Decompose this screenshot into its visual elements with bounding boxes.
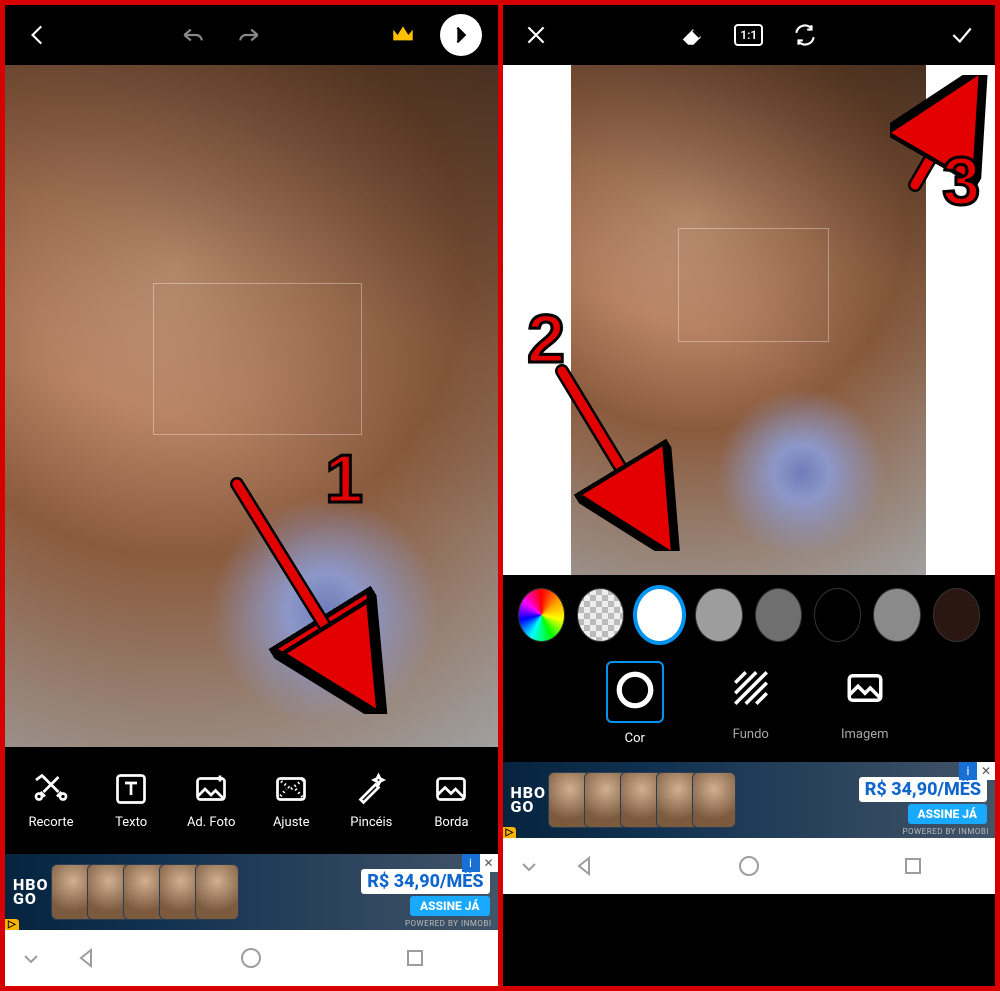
image-icon <box>844 667 886 709</box>
fit-canvas[interactable]: 2 3 <box>503 65 996 575</box>
fit-icon <box>273 771 309 807</box>
text-icon <box>113 771 149 807</box>
ad-close-icon[interactable]: ✕ <box>977 762 995 780</box>
mode-cor[interactable]: Cor <box>606 661 664 746</box>
close-button[interactable] <box>519 18 553 52</box>
ad-cta[interactable]: ASSINE JÁ <box>908 804 987 824</box>
back-button[interactable] <box>21 18 55 52</box>
tool-label: Pincéis <box>350 815 392 830</box>
redo-button[interactable] <box>232 18 266 52</box>
mode-label: Imagem <box>841 727 889 742</box>
nav-back-button[interactable] <box>571 852 599 880</box>
circle-icon <box>614 669 656 711</box>
swatch-black[interactable] <box>815 589 860 641</box>
border-icon <box>433 771 469 807</box>
mode-label: Fundo <box>733 727 769 742</box>
android-navbar <box>503 838 996 894</box>
tool-row: Recorte Texto Ad. Foto Ajuste Pincéis Bo… <box>5 747 498 852</box>
photo-preview <box>5 65 498 747</box>
premium-crown-icon[interactable] <box>388 20 418 50</box>
ad-info-icon[interactable]: i <box>462 854 480 872</box>
ad-cta[interactable]: ASSINE JÁ <box>410 896 489 916</box>
tool-label: Ajuste <box>273 815 310 830</box>
scissors-icon <box>33 771 69 807</box>
editor-topbar <box>5 5 498 65</box>
add-photo-icon <box>193 771 229 807</box>
nav-recent-button[interactable] <box>899 852 927 880</box>
ad-info-icon[interactable]: i <box>959 762 977 780</box>
mode-fundo[interactable]: Fundo <box>724 661 778 742</box>
tool-label: Ad. Foto <box>187 815 235 830</box>
android-navbar <box>5 930 498 986</box>
nav-back-button[interactable] <box>73 944 101 972</box>
color-swatches <box>503 589 996 661</box>
fit-mode-tabs: Cor Fundo Imagem <box>503 661 996 760</box>
swatch-white[interactable] <box>637 589 682 641</box>
reset-button[interactable] <box>788 18 822 52</box>
fit-topbar: 1:1 <box>503 5 996 65</box>
mode-label: Cor <box>625 731 645 746</box>
ad-characters <box>556 772 736 828</box>
tool-label: Recorte <box>29 815 74 830</box>
pattern-icon <box>730 667 772 709</box>
swatch-grey-3[interactable] <box>874 589 919 641</box>
ad-characters <box>59 864 239 920</box>
left-screenshot: 1 Recorte Texto Ad. Foto <box>5 5 498 986</box>
tool-label: Borda <box>434 815 468 830</box>
tool-label: Texto <box>115 815 147 830</box>
editor-canvas[interactable]: 1 <box>5 65 498 747</box>
aspect-ratio-button[interactable]: 1:1 <box>732 18 766 52</box>
eraser-button[interactable] <box>676 18 710 52</box>
ad-banner[interactable]: HBOGO R$ 34,90/MÊS ASSINE JÁ i ✕ ▷ POWER… <box>5 852 498 930</box>
swatch-transparent[interactable] <box>578 589 623 641</box>
nav-collapse-icon[interactable] <box>17 944 45 972</box>
swatch-brown[interactable] <box>934 589 979 641</box>
nav-home-button[interactable] <box>735 852 763 880</box>
mode-imagem[interactable]: Imagem <box>838 661 892 742</box>
right-screenshot: 1:1 2 3 <box>498 5 996 986</box>
ad-banner[interactable]: HBOGO R$ 34,90/MÊS ASSINE JÁ i ✕ ▷ POWER… <box>503 760 996 838</box>
ad-close-icon[interactable]: ✕ <box>480 854 498 872</box>
confirm-button[interactable] <box>945 18 979 52</box>
undo-button[interactable] <box>176 18 210 52</box>
tool-borda[interactable]: Borda <box>411 769 491 830</box>
ad-brand: HBOGO <box>13 878 49 907</box>
tool-ajuste[interactable]: Ajuste <box>251 769 331 830</box>
next-button[interactable] <box>440 14 482 56</box>
color-picker: Cor Fundo Imagem <box>503 575 996 760</box>
ad-price: R$ 34,90/MÊS <box>859 777 987 802</box>
brush-magic-icon <box>353 771 389 807</box>
tool-texto[interactable]: Texto <box>91 769 171 830</box>
tool-recorte[interactable]: Recorte <box>11 769 91 830</box>
nav-home-button[interactable] <box>237 944 265 972</box>
adchoices-icon[interactable]: ▷ <box>503 827 517 838</box>
adchoices-icon[interactable]: ▷ <box>5 919 19 930</box>
ad-powered: POWERED BY INMOBI <box>405 919 492 928</box>
nav-collapse-icon[interactable] <box>515 852 543 880</box>
tool-add-photo[interactable]: Ad. Foto <box>171 769 251 830</box>
ad-powered: POWERED BY INMOBI <box>903 827 990 836</box>
tool-pinceis[interactable]: Pincéis <box>331 769 411 830</box>
swatch-color-wheel[interactable] <box>519 589 564 641</box>
ad-price: R$ 34,90/MÊS <box>361 869 489 894</box>
swatch-grey-2[interactable] <box>756 589 801 641</box>
nav-recent-button[interactable] <box>401 944 429 972</box>
ad-brand: HBOGO <box>511 786 547 815</box>
swatch-grey-1[interactable] <box>696 589 741 641</box>
photo-preview <box>571 65 926 575</box>
